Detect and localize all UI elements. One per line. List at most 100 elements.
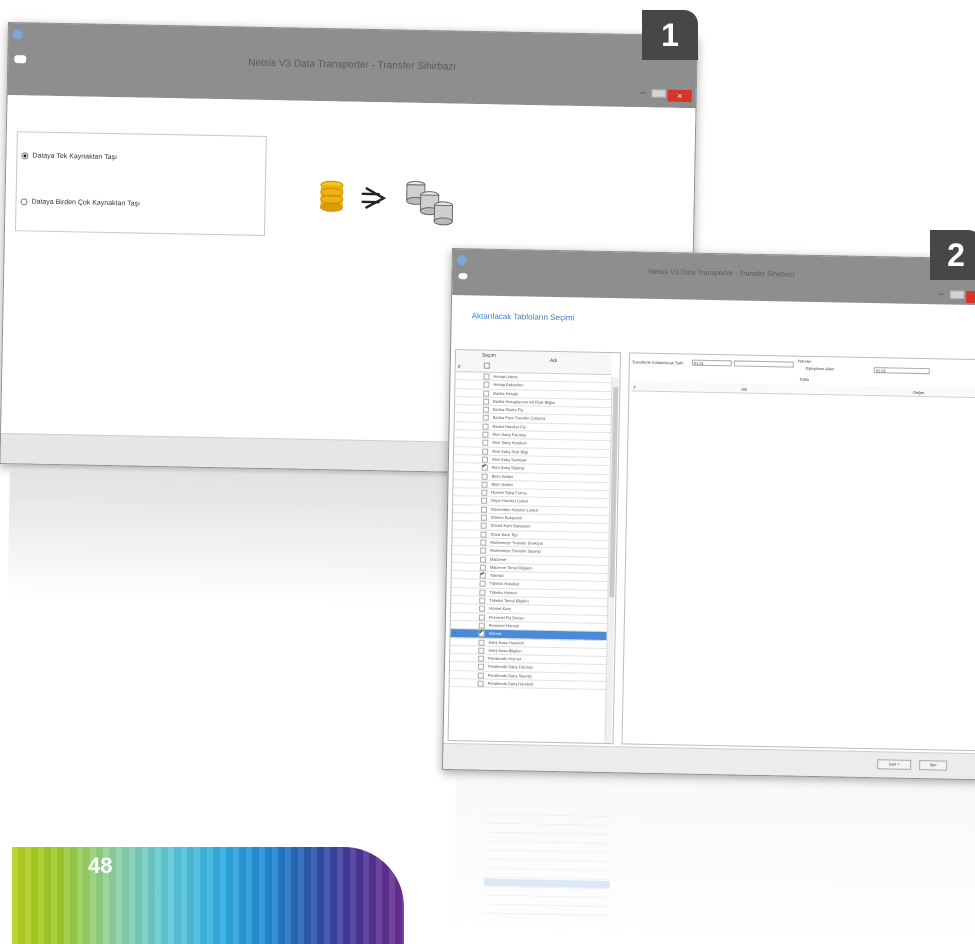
row-table-name: Dönemden Hareket Listesi	[490, 506, 539, 513]
row-checkbox[interactable]	[478, 639, 485, 646]
table-row[interactable]: Perakende Satış Hareketi	[449, 679, 606, 691]
page-number: 48	[88, 853, 113, 878]
maximize-button[interactable]	[651, 89, 666, 98]
row-checkbox[interactable]	[477, 672, 484, 679]
row-checkbox[interactable]	[482, 448, 489, 455]
radio-icon-checked[interactable]	[21, 152, 29, 160]
transfer-date-input[interactable]: 01.01	[691, 359, 732, 367]
match-field-input[interactable]: 01.01	[873, 367, 930, 375]
row-checkbox[interactable]	[479, 564, 486, 571]
row-checkbox[interactable]	[478, 622, 485, 629]
row-table-name: Satış Kasa Bilgileri	[488, 647, 522, 654]
row-checkbox[interactable]	[481, 481, 488, 488]
row-table-name: Personel Hizmeti	[488, 622, 520, 629]
row-table-name: Alım Satış Stok Bilgi	[492, 448, 529, 455]
row-table-name: Personel Fiş Detayı	[488, 614, 524, 621]
row-table-name: Banka Para Transfer Çalışma	[492, 415, 546, 422]
row-table-name: Perakende Satış Faturası	[487, 664, 534, 671]
row-checkbox[interactable]	[479, 589, 486, 596]
row-pointer-icon: ›	[454, 630, 457, 637]
step-badge-1: 1	[642, 10, 698, 60]
row-checkbox[interactable]	[482, 431, 489, 438]
close-button[interactable]: ×	[966, 290, 975, 304]
row-table-name: Döviz Kartı Tipi	[490, 531, 518, 537]
row-checkbox[interactable]	[478, 614, 485, 621]
step-badge-2: 2	[930, 230, 975, 280]
row-checkbox[interactable]	[482, 423, 489, 430]
row-table-name: Perakende Satış Hareketi	[487, 680, 534, 687]
row-table-name: Alım Satış Hareketi	[492, 440, 527, 446]
title-bar[interactable]: Netsis V3 Data Transporter - Transfer Si…	[7, 23, 697, 109]
row-checkbox[interactable]	[481, 498, 488, 505]
row-checkbox[interactable]	[482, 415, 489, 422]
row-checkbox[interactable]	[482, 439, 489, 447]
row-table-name: Perakende Satış Siparişi	[487, 672, 532, 679]
scrollbar-thumb[interactable]	[609, 387, 619, 598]
row-checkbox[interactable]	[480, 531, 487, 538]
row-checkbox[interactable]	[481, 473, 488, 480]
next-button[interactable]: İleri	[919, 760, 948, 771]
row-checkbox[interactable]	[478, 630, 485, 637]
column-header-name[interactable]: Adı	[550, 358, 558, 364]
row-checkbox[interactable]	[479, 572, 486, 579]
app-icon	[12, 29, 23, 40]
row-checkbox[interactable]	[481, 489, 488, 496]
row-checkbox[interactable]	[483, 373, 490, 380]
row-table-name: Malzeme	[489, 556, 507, 562]
match-field-label: Eşleştirme Alanı	[805, 365, 835, 372]
row-checkbox[interactable]	[480, 547, 487, 554]
column-header-selection[interactable]: Seçim	[482, 353, 496, 359]
minimize-button[interactable]: –	[934, 288, 948, 298]
row-table-name: Dönem Bakiyeleri	[490, 514, 523, 521]
row-checkbox[interactable]	[479, 605, 486, 613]
transfer-date-label: Transferde Kullanılacak Tarih	[631, 359, 684, 366]
row-checkbox[interactable]	[480, 539, 487, 546]
window-title: Netsis V3 Data Transporter - Transfer Si…	[248, 57, 457, 73]
option-single-source[interactable]: Dataya Tek Kaynaktan Taşı	[21, 152, 117, 161]
minimize-button[interactable]: –	[636, 87, 650, 97]
row-checkbox[interactable]	[477, 663, 485, 671]
option-multi-source[interactable]: Dataya Birden Çok Kaynaktan Taşı	[20, 198, 140, 208]
row-table-name: Hizmet Takip Formu	[491, 489, 527, 496]
row-table-name: Alım Satış Faturası	[492, 431, 527, 438]
row-checkbox[interactable]	[478, 655, 485, 662]
row-checkbox[interactable]	[479, 556, 487, 563]
row-table-name: Tüketici Temel Bilgileri	[489, 597, 529, 604]
row-checkbox[interactable]	[480, 522, 487, 530]
row-checkbox[interactable]	[481, 464, 488, 471]
row-checkbox[interactable]	[479, 597, 486, 604]
row-checkbox[interactable]	[479, 581, 486, 588]
grid-header: Seçim Adı #	[455, 350, 613, 376]
row-checkbox[interactable]	[483, 398, 490, 405]
column-header-name[interactable]: Adı	[741, 387, 747, 392]
row-table-name: Alım Satış Sevkiyat	[491, 456, 527, 463]
title-bar[interactable]: Netsis V3 Data Transporter - Transfer Si…	[452, 249, 975, 306]
radio-icon[interactable]	[20, 198, 28, 206]
table-label: Tablo	[799, 376, 810, 382]
row-checkbox[interactable]	[478, 647, 485, 654]
transfer-date-extra[interactable]	[733, 360, 794, 368]
row-table-name: Depo Hareket Listesi	[491, 498, 529, 504]
page-number-tab: 48	[12, 847, 404, 944]
column-header-value[interactable]: Değer	[913, 390, 924, 395]
filter-panel: Transferde Kullanılacak Tarih 01.01 Filt…	[621, 352, 975, 752]
close-button[interactable]: ×	[667, 89, 692, 103]
maximize-button[interactable]	[950, 290, 965, 299]
row-table-name: Dövizli Kartı Bakiyeleri	[490, 523, 531, 529]
back-button[interactable]: Geri <	[877, 759, 912, 770]
row-checkbox[interactable]	[482, 406, 489, 413]
row-checkbox[interactable]	[481, 456, 489, 463]
row-checkbox[interactable]	[483, 381, 490, 389]
row-table-name: Banka Hareket Fiş	[492, 423, 526, 430]
row-checkbox[interactable]	[483, 390, 490, 397]
transfer-illustration	[320, 180, 454, 226]
row-table-name: Alım Satış Siparişi	[491, 465, 525, 471]
select-all-checkbox[interactable]	[483, 362, 490, 369]
column-header-hash: #	[633, 384, 636, 390]
row-table-name: Tüketici	[489, 572, 504, 579]
back-arrow-icon[interactable]	[458, 273, 468, 280]
row-checkbox[interactable]	[480, 514, 487, 521]
row-checkbox[interactable]	[477, 680, 484, 687]
window-2-reflection	[452, 776, 975, 944]
row-checkbox[interactable]	[480, 506, 488, 513]
